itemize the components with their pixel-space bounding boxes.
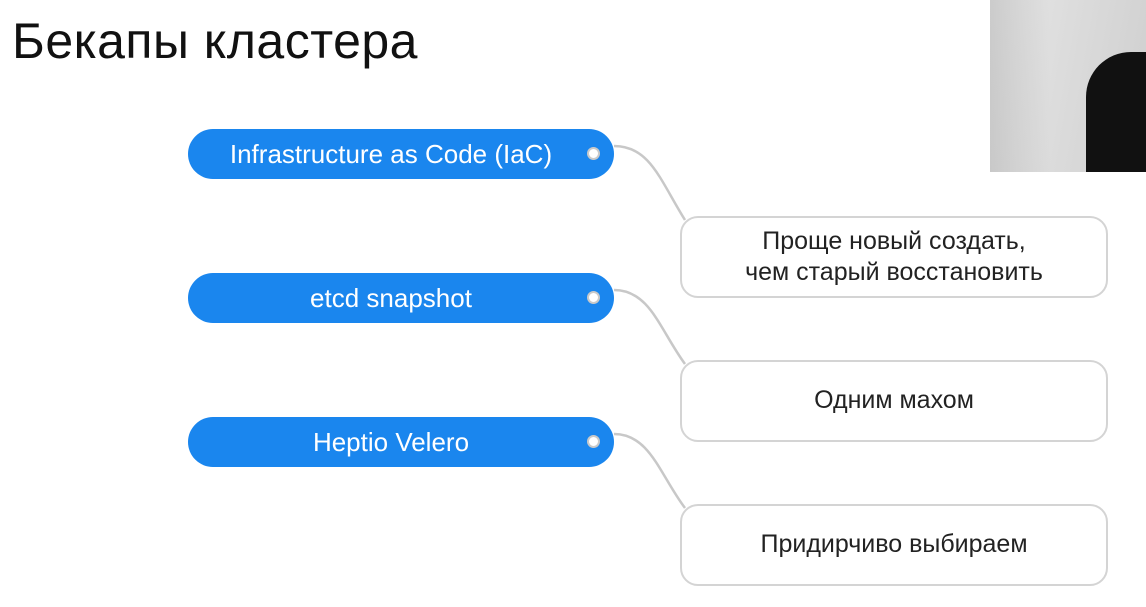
- note-etcd-snapshot-line-1: Одним махом: [814, 386, 974, 415]
- presenter-silhouette: [1086, 52, 1146, 172]
- node-etcd-snapshot-label: etcd snapshot: [310, 282, 472, 313]
- connector-dot-icon: [587, 147, 600, 160]
- note-iac: Проще новый создать, чем старый восстано…: [680, 216, 1108, 298]
- node-etcd-snapshot: etcd snapshot: [188, 273, 614, 323]
- connector-dot-icon: [587, 291, 600, 304]
- connector-dot-icon: [587, 435, 600, 448]
- note-heptio-velero-line-1: Придирчиво выбираем: [760, 530, 1028, 559]
- node-iac-label: Infrastructure as Code (IaC): [229, 138, 553, 169]
- connector-line-1: [613, 144, 687, 221]
- note-etcd-snapshot: Одним махом: [680, 360, 1108, 442]
- slide: Бекапы кластера Infrastructure as Code (…: [0, 0, 1146, 607]
- note-heptio-velero: Придирчиво выбираем: [680, 504, 1108, 586]
- connector-line-2: [613, 288, 687, 365]
- node-heptio-velero: Heptio Velero: [188, 417, 614, 467]
- node-heptio-velero-label: Heptio Velero: [312, 426, 470, 457]
- note-iac-line-1: Проще новый создать,: [762, 226, 1026, 255]
- connector-line-3: [613, 432, 686, 509]
- node-iac: Infrastructure as Code (IaC): [188, 129, 614, 179]
- note-iac-line-2: чем старый восстановить: [745, 258, 1043, 286]
- webcam-feed: [990, 0, 1146, 172]
